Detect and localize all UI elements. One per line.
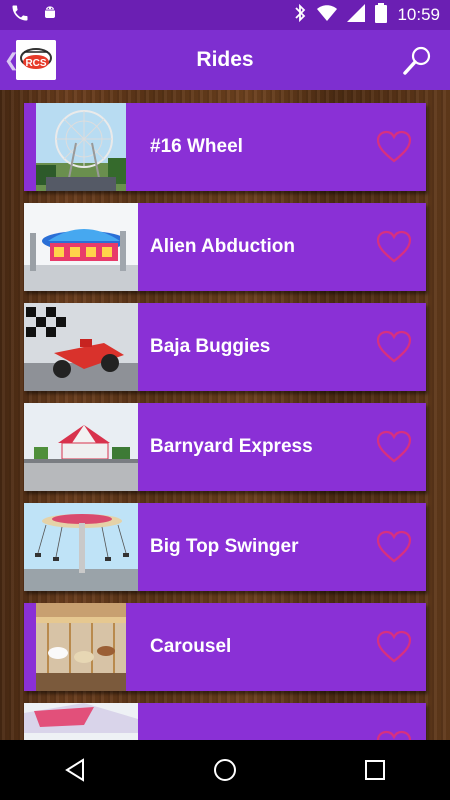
barnyard-express-thumbnail (24, 403, 138, 491)
ride-row-partial[interactable] (24, 703, 426, 740)
android-icon (40, 3, 60, 28)
nav-recents-icon[interactable] (355, 750, 395, 790)
heart-icon[interactable] (376, 730, 412, 740)
ride-name: Baja Buggies (150, 336, 271, 357)
wifi-icon (317, 4, 338, 27)
partial-ride-thumbnail (24, 703, 138, 740)
ride-name: Carousel (150, 636, 232, 657)
rides-list[interactable]: #16 Wheel Alien Abduction Baja Buggies B… (0, 90, 450, 740)
clock-time: 10:59 (397, 5, 440, 24)
status-bar: 10:59 (0, 0, 450, 30)
ride-row-alien-abduction[interactable]: Alien Abduction (24, 203, 426, 291)
heart-icon[interactable] (376, 630, 412, 664)
ride-name: Big Top Swinger (150, 536, 299, 557)
nav-back-icon[interactable] (55, 750, 95, 790)
heart-icon[interactable] (376, 130, 412, 164)
ride-row-barnyard-express[interactable]: Barnyard Express (24, 403, 426, 491)
heart-icon[interactable] (376, 330, 412, 364)
battery-icon (375, 2, 388, 28)
ride-row-big-top-swinger[interactable]: Big Top Swinger (24, 503, 426, 591)
signal-icon (347, 3, 366, 27)
ride-row-16-wheel[interactable]: #16 Wheel (24, 103, 426, 191)
heart-icon[interactable] (376, 530, 412, 564)
app-bar: ❮ RCS Rides (0, 30, 450, 90)
heart-icon[interactable] (376, 230, 412, 264)
heart-icon[interactable] (376, 430, 412, 464)
swing-ride-thumbnail (24, 503, 138, 591)
ride-row-baja-buggies[interactable]: Baja Buggies (24, 303, 426, 391)
ride-name: Barnyard Express (150, 436, 313, 457)
ride-name: Alien Abduction (150, 236, 295, 257)
page-title: Rides (196, 48, 254, 71)
ride-row-carousel[interactable]: Carousel (24, 603, 426, 691)
baja-buggies-thumbnail (24, 303, 138, 391)
ferris-wheel-thumbnail (36, 103, 126, 191)
alien-abduction-thumbnail (24, 203, 138, 291)
nav-home-icon[interactable] (205, 750, 245, 790)
carousel-thumbnail (36, 603, 126, 691)
ride-name: #16 Wheel (150, 136, 243, 157)
bluetooth-icon (293, 3, 307, 28)
search-icon[interactable] (402, 44, 434, 76)
system-navigation-bar (0, 740, 450, 800)
phone-icon (10, 3, 30, 28)
